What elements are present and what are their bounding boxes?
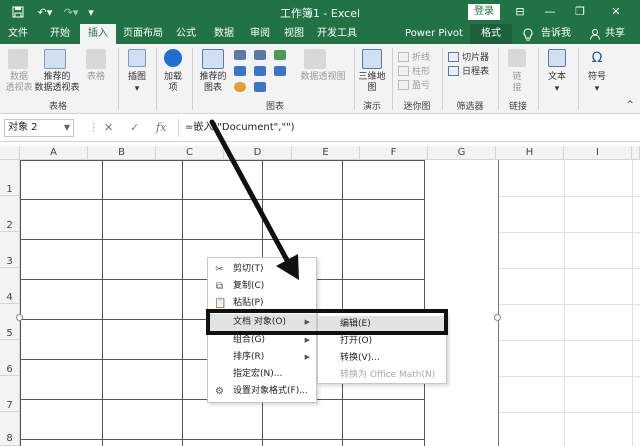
annotation-arrow bbox=[209, 119, 299, 280]
